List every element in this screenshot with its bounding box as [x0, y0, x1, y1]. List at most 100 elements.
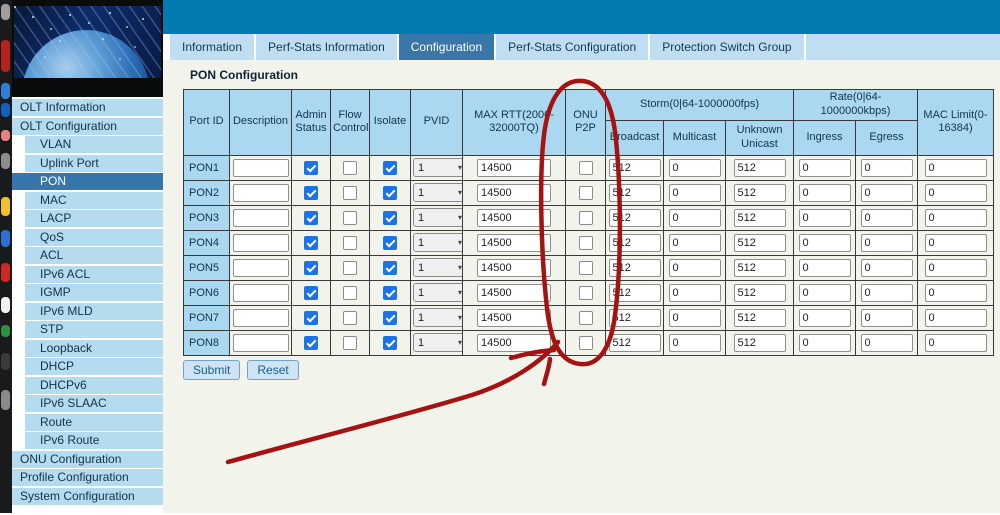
mac-limit-input[interactable]	[925, 234, 987, 252]
ingress-input[interactable]	[799, 284, 851, 302]
onu-p2p-checkbox[interactable]	[579, 186, 593, 200]
max-rtt-input[interactable]	[477, 309, 551, 327]
isolate-checkbox[interactable]	[383, 211, 397, 225]
unknown-unicast-input[interactable]	[734, 309, 786, 327]
broadcast-input[interactable]	[609, 334, 661, 352]
sidebar-item-route[interactable]: Route	[25, 414, 163, 431]
taskbar-icon-10[interactable]	[1, 297, 10, 313]
flow-control-checkbox[interactable]	[343, 261, 357, 275]
flow-control-checkbox[interactable]	[343, 336, 357, 350]
isolate-checkbox[interactable]	[383, 186, 397, 200]
egress-input[interactable]	[861, 259, 913, 277]
description-input[interactable]	[233, 184, 289, 202]
onu-p2p-checkbox[interactable]	[579, 261, 593, 275]
egress-input[interactable]	[861, 284, 913, 302]
egress-input[interactable]	[861, 184, 913, 202]
sidebar-item-vlan[interactable]: VLAN	[25, 136, 163, 153]
taskbar-icon-5[interactable]	[1, 130, 10, 141]
ingress-input[interactable]	[799, 259, 851, 277]
unknown-unicast-input[interactable]	[734, 184, 786, 202]
pvid-select[interactable]: 1▾	[413, 208, 467, 227]
ingress-input[interactable]	[799, 234, 851, 252]
mac-limit-input[interactable]	[925, 309, 987, 327]
sidebar-item-loopback[interactable]: Loopback	[25, 340, 163, 357]
egress-input[interactable]	[861, 334, 913, 352]
max-rtt-input[interactable]	[477, 209, 551, 227]
unknown-unicast-input[interactable]	[734, 209, 786, 227]
multicast-input[interactable]	[669, 209, 721, 227]
admin-status-checkbox[interactable]	[304, 236, 318, 250]
sidebar-item-system-configuration[interactable]: System Configuration	[12, 488, 163, 505]
taskbar-icon-1[interactable]	[1, 4, 10, 20]
sidebar-item-mac[interactable]: MAC	[25, 192, 163, 209]
sidebar-item-olt-configuration[interactable]: OLT Configuration	[12, 118, 163, 135]
pvid-select[interactable]: 1▾	[413, 183, 467, 202]
taskbar-icon-12[interactable]	[1, 353, 10, 370]
egress-input[interactable]	[861, 159, 913, 177]
sidebar-item-onu-configuration[interactable]: ONU Configuration	[12, 451, 163, 468]
sidebar-item-ipv6-slaac[interactable]: IPv6 SLAAC	[25, 395, 163, 412]
unknown-unicast-input[interactable]	[734, 159, 786, 177]
broadcast-input[interactable]	[609, 159, 661, 177]
onu-p2p-checkbox[interactable]	[579, 236, 593, 250]
isolate-checkbox[interactable]	[383, 311, 397, 325]
sidebar-item-olt-information[interactable]: OLT Information	[12, 99, 163, 116]
tab-perf-stats-information[interactable]: Perf-Stats Information	[256, 34, 397, 60]
sidebar-item-ipv6-mld[interactable]: IPv6 MLD	[25, 303, 163, 320]
tab-information[interactable]: Information	[170, 34, 254, 60]
admin-status-checkbox[interactable]	[304, 311, 318, 325]
egress-input[interactable]	[861, 209, 913, 227]
ingress-input[interactable]	[799, 209, 851, 227]
description-input[interactable]	[233, 259, 289, 277]
taskbar-icon-9[interactable]	[1, 263, 10, 282]
ingress-input[interactable]	[799, 309, 851, 327]
taskbar-icon-8[interactable]	[1, 230, 10, 247]
taskbar-icon-3[interactable]	[1, 83, 10, 99]
mac-limit-input[interactable]	[925, 159, 987, 177]
mac-limit-input[interactable]	[925, 334, 987, 352]
pvid-select[interactable]: 1▾	[413, 233, 467, 252]
sidebar-item-dhcpv6[interactable]: DHCPv6	[25, 377, 163, 394]
mac-limit-input[interactable]	[925, 209, 987, 227]
sidebar-item-ipv6-acl[interactable]: IPv6 ACL	[25, 266, 163, 283]
multicast-input[interactable]	[669, 284, 721, 302]
multicast-input[interactable]	[669, 234, 721, 252]
broadcast-input[interactable]	[609, 309, 661, 327]
taskbar-icon-13[interactable]	[1, 390, 10, 410]
max-rtt-input[interactable]	[477, 259, 551, 277]
mac-limit-input[interactable]	[925, 284, 987, 302]
admin-status-checkbox[interactable]	[304, 336, 318, 350]
egress-input[interactable]	[861, 309, 913, 327]
sidebar-item-ipv6-route[interactable]: IPv6 Route	[25, 432, 163, 449]
isolate-checkbox[interactable]	[383, 161, 397, 175]
max-rtt-input[interactable]	[477, 184, 551, 202]
flow-control-checkbox[interactable]	[343, 161, 357, 175]
sidebar-item-uplink-port[interactable]: Uplink Port	[25, 155, 163, 172]
max-rtt-input[interactable]	[477, 334, 551, 352]
flow-control-checkbox[interactable]	[343, 211, 357, 225]
isolate-checkbox[interactable]	[383, 336, 397, 350]
description-input[interactable]	[233, 234, 289, 252]
description-input[interactable]	[233, 284, 289, 302]
sidebar-item-profile-configuration[interactable]: Profile Configuration	[12, 469, 163, 486]
max-rtt-input[interactable]	[477, 284, 551, 302]
submit-button[interactable]: Submit	[183, 360, 240, 380]
pvid-select[interactable]: 1▾	[413, 258, 467, 277]
multicast-input[interactable]	[669, 159, 721, 177]
taskbar-icon-11[interactable]	[1, 325, 10, 337]
mac-limit-input[interactable]	[925, 184, 987, 202]
description-input[interactable]	[233, 209, 289, 227]
broadcast-input[interactable]	[609, 209, 661, 227]
taskbar-icon-4[interactable]	[1, 103, 10, 117]
tab-configuration[interactable]: Configuration	[399, 34, 494, 60]
sidebar-item-pon[interactable]: PON	[12, 173, 163, 190]
broadcast-input[interactable]	[609, 234, 661, 252]
pvid-select[interactable]: 1▾	[413, 283, 467, 302]
mac-limit-input[interactable]	[925, 259, 987, 277]
onu-p2p-checkbox[interactable]	[579, 161, 593, 175]
description-input[interactable]	[233, 159, 289, 177]
onu-p2p-checkbox[interactable]	[579, 336, 593, 350]
unknown-unicast-input[interactable]	[734, 234, 786, 252]
ingress-input[interactable]	[799, 159, 851, 177]
onu-p2p-checkbox[interactable]	[579, 311, 593, 325]
